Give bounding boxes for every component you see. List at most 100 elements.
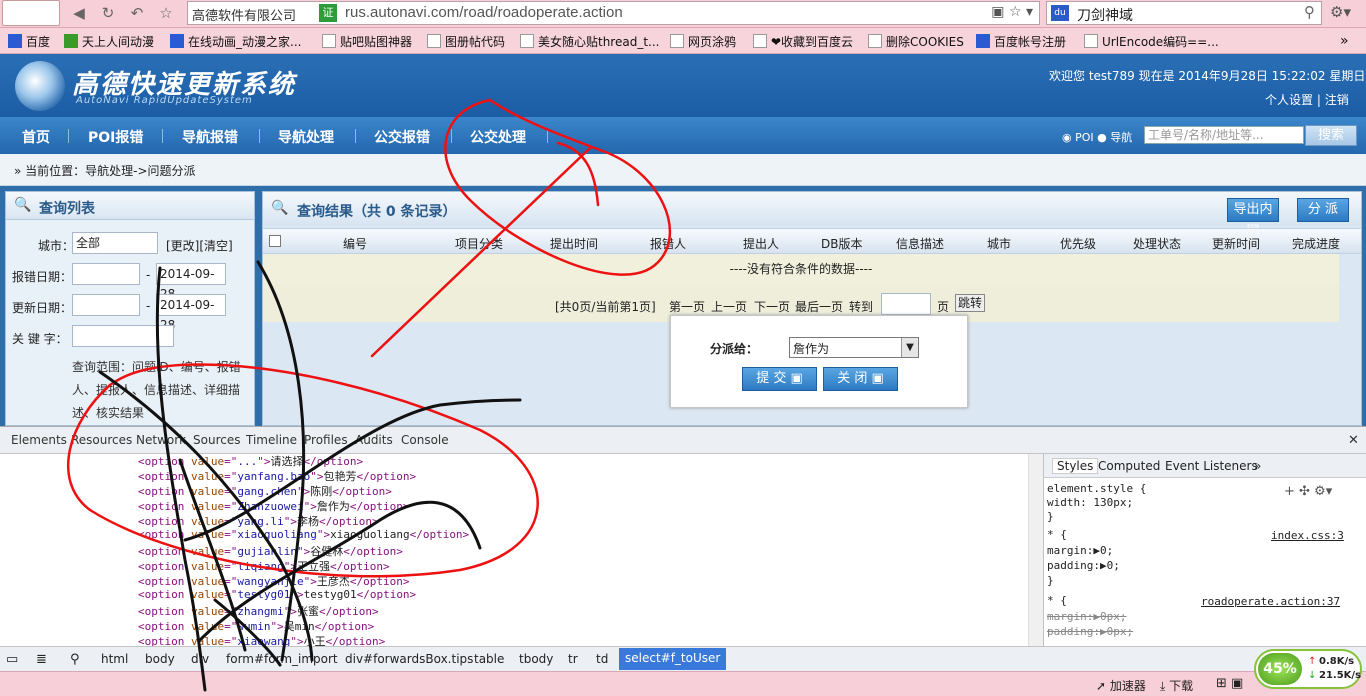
crumb-table[interactable]: table xyxy=(474,652,504,666)
col-header[interactable]: 信息描述 xyxy=(896,235,944,252)
dock-icon[interactable]: ▭ xyxy=(6,652,18,667)
pager-first[interactable]: 第一页 xyxy=(669,298,705,315)
tab-favicon[interactable] xyxy=(2,0,60,26)
close-icon[interactable]: ✕ xyxy=(1348,433,1359,448)
option-line[interactable]: <option value="yanfang.bao">包艳芳</option> xyxy=(138,468,416,484)
update-date-to[interactable]: 2014-09-28 xyxy=(156,294,226,332)
col-header[interactable]: 报错人 xyxy=(650,235,686,252)
tab-elements[interactable]: Elements xyxy=(11,433,67,447)
bookmark-5[interactable]: 美女随心贴thread_t... xyxy=(520,33,659,50)
crumb-html[interactable]: html xyxy=(101,652,128,666)
pager-next[interactable]: 下一页 xyxy=(754,298,790,315)
nav-navi-process[interactable]: 导航处理 xyxy=(278,127,334,147)
option-line[interactable]: <option value="Zhanzuowei">詹作为</option> xyxy=(138,498,409,514)
nav-poi-report[interactable]: POI报错 xyxy=(88,127,143,147)
style-rule-line[interactable]: margin:▶0; xyxy=(1047,544,1113,557)
search-icon[interactable]: ⚲ xyxy=(1304,3,1315,21)
col-header[interactable]: 完成进度 xyxy=(1292,235,1340,252)
styles-overflow-icon[interactable]: » xyxy=(1254,459,1261,473)
nav-bus-report[interactable]: 公交报错 xyxy=(374,127,430,147)
export-button[interactable]: 导出内网 xyxy=(1227,198,1279,239)
stylesheet-link-2[interactable]: roadoperate.action:37 xyxy=(1201,595,1340,608)
keyword-input[interactable] xyxy=(72,325,174,347)
col-header[interactable]: 处理状态 xyxy=(1133,235,1181,252)
undo-icon[interactable]: ↶ xyxy=(126,3,148,23)
elements-scrollbar[interactable] xyxy=(1028,454,1043,657)
tab-sources[interactable]: Sources xyxy=(193,433,240,447)
add-rule-icon[interactable]: + ✣ ⚙▾ xyxy=(1284,484,1332,499)
tab-styles[interactable]: Styles xyxy=(1052,458,1099,474)
bookmark-10[interactable]: UrlEncode编码==... xyxy=(1084,33,1219,50)
pager-last[interactable]: 最后一页 xyxy=(795,298,843,315)
col-header[interactable]: 提出时间 xyxy=(550,235,598,252)
refresh-icon[interactable]: ↻ xyxy=(97,3,119,23)
col-header[interactable]: 城市 xyxy=(987,235,1011,252)
tab-event-listeners[interactable]: Event Listeners xyxy=(1165,459,1258,473)
style-rule-line[interactable]: width: 130px; xyxy=(1047,496,1133,509)
crumb-tbody[interactable]: tbody xyxy=(519,652,553,666)
network-speed-widget[interactable]: 45% ↑ 0.8K/s ↓ 21.5K/s xyxy=(1254,649,1362,689)
nav-navi-report[interactable]: 导航报错 xyxy=(182,127,238,147)
tab-timeline[interactable]: Timeline xyxy=(246,433,297,447)
option-line[interactable]: <option value="liqiang">王立强</option> xyxy=(138,558,390,574)
option-line[interactable]: <option value="gang.chen">陈刚</option> xyxy=(138,483,392,499)
style-rule-line[interactable]: * { xyxy=(1047,594,1067,607)
crumb-td[interactable]: td xyxy=(596,652,608,666)
bookmark-9[interactable]: 百度帐号注册 xyxy=(976,33,1066,50)
assign-button[interactable]: 分 派 xyxy=(1297,198,1349,222)
col-header[interactable]: DB版本 xyxy=(821,235,862,252)
pager-page-input[interactable] xyxy=(881,293,931,315)
col-header[interactable]: 优先级 xyxy=(1060,235,1096,252)
wrench-icon[interactable]: ⚙▾ xyxy=(1330,3,1351,21)
star-icon[interactable]: ☆ xyxy=(155,3,177,23)
option-line[interactable]: <option value="...">请选择</option> xyxy=(138,454,363,469)
browser-search-box[interactable]: du 刀剑神域 ⚲ xyxy=(1046,1,1322,25)
search-icon[interactable]: ⚲ xyxy=(70,652,80,667)
city-change-clear-links[interactable]: [更改][清空] xyxy=(166,237,233,254)
nav-home[interactable]: 首页 xyxy=(22,127,50,147)
option-line[interactable]: <option value="wangyanjie">王彦杰</option> xyxy=(138,573,409,589)
crumb-div-forwardsbox[interactable]: div#forwardsBox.tips xyxy=(345,652,473,666)
col-header[interactable]: 更新时间 xyxy=(1212,235,1260,252)
option-line[interactable]: <option value="zhangmi">张蜜</option> xyxy=(138,603,379,619)
address-bar-icons[interactable]: ▣ ☆ ▾ xyxy=(991,4,1033,20)
certificate-icon[interactable]: 证 xyxy=(319,4,337,22)
pager-jump-button[interactable]: 跳转 xyxy=(955,294,985,312)
style-rule-line[interactable]: padding:▶0px; xyxy=(1047,625,1133,638)
logout-link[interactable]: 注销 xyxy=(1325,93,1349,107)
radio-nav[interactable]: ● xyxy=(1097,131,1107,144)
style-rule-line[interactable]: margin:▶0px; xyxy=(1047,610,1126,623)
crumb-select-active[interactable]: select#f_toUser xyxy=(619,648,727,670)
submit-button[interactable]: 提 交 ▣ xyxy=(742,367,817,391)
col-header[interactable]: 项目分类 xyxy=(455,235,503,252)
style-rule-line[interactable]: * { xyxy=(1047,528,1067,541)
crumb-div[interactable]: div xyxy=(191,652,209,666)
back-icon[interactable]: ◀ xyxy=(68,3,90,23)
chevron-down-icon[interactable]: ▼ xyxy=(901,338,918,357)
bookmark-6[interactable]: 网页涂鸦 xyxy=(670,33,736,50)
crumb-form[interactable]: form#form_import xyxy=(226,652,338,666)
select-all-checkbox[interactable] xyxy=(269,235,281,247)
accelerator-button[interactable]: ➚ 加速器 xyxy=(1096,677,1146,694)
bookmark-8[interactable]: 删除COOKIES xyxy=(868,33,964,50)
bookmark-3[interactable]: 贴吧贴图神器 xyxy=(322,33,412,50)
tab-profiles[interactable]: Profiles xyxy=(304,433,348,447)
stylesheet-link-1[interactable]: index.css:3 xyxy=(1271,529,1344,542)
bookmark-2[interactable]: 在线动画_动漫之家... xyxy=(170,33,301,50)
address-bar[interactable]: 高德软件有限公司 证 rus.autonavi.com/road/roadope… xyxy=(187,1,1040,25)
personal-settings-link[interactable]: 个人设置 xyxy=(1265,93,1313,107)
site-search-input[interactable]: 工单号/名称/地址等... xyxy=(1144,126,1304,144)
close-button[interactable]: 关 闭 ▣ xyxy=(823,367,898,391)
site-search-button[interactable]: 搜索 xyxy=(1305,125,1357,146)
style-rule-line[interactable]: element.style { xyxy=(1047,482,1146,495)
crumb-body[interactable]: body xyxy=(145,652,175,666)
assignee-select[interactable]: 詹作为 ▼ xyxy=(789,337,919,358)
bookmark-7[interactable]: ❤收藏到百度云 xyxy=(753,33,853,50)
update-date-from[interactable] xyxy=(72,294,140,316)
tab-console[interactable]: Console xyxy=(401,433,449,447)
option-line[interactable]: <option value="testyg01">testyg01</optio… xyxy=(138,588,416,601)
url-text[interactable]: rus.autonavi.com/road/roadoperate.action xyxy=(345,4,623,21)
option-line[interactable]: <option value="gujianlin">谷健林</option> xyxy=(138,543,403,559)
city-input[interactable]: 全部 xyxy=(72,232,158,254)
style-rule-line[interactable]: } xyxy=(1047,510,1054,523)
